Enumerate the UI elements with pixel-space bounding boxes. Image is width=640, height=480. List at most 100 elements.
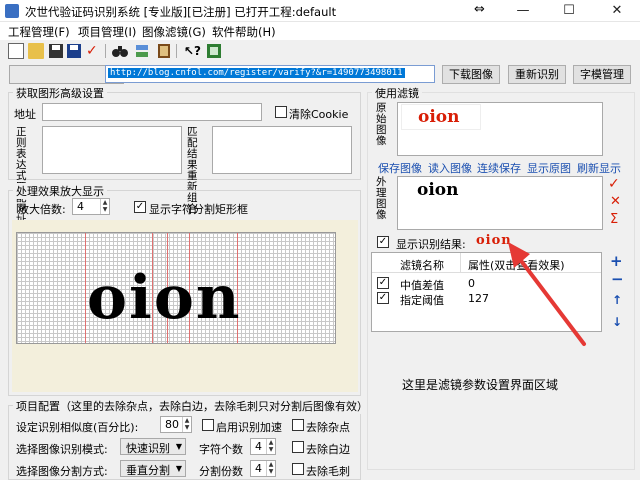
show-rect-label: 显示字符分割矩形框 bbox=[149, 203, 248, 216]
url-text[interactable]: http://blog.cnfol.com/register/varify?&r… bbox=[108, 68, 405, 78]
split-select[interactable]: 垂直分割 ▼ bbox=[120, 460, 186, 477]
row-checkbox[interactable]: ✓ bbox=[377, 277, 389, 289]
app-icon bbox=[5, 4, 19, 18]
remove-noise-label: 去除杂点 bbox=[306, 421, 350, 434]
refresh-display-link[interactable]: 刷新显示 bbox=[577, 160, 621, 176]
close-button[interactable]: ✕ bbox=[594, 0, 640, 22]
save-as-icon[interactable] bbox=[66, 43, 82, 59]
exit-icon[interactable] bbox=[206, 43, 222, 59]
maximize-button[interactable]: ☐ bbox=[546, 0, 592, 22]
save-image-link[interactable]: 保存图像 bbox=[378, 160, 422, 176]
row-checkbox[interactable]: ✓ bbox=[377, 292, 389, 304]
check-icon[interactable]: ✓ bbox=[86, 43, 102, 59]
row-filter-name: 指定阈值 bbox=[400, 294, 444, 307]
original-image-label: 原始图像 bbox=[376, 102, 387, 147]
title-bar: 次世代验证码识别系统 [专业版][已注册] 已打开工程:default ⇔ — … bbox=[0, 0, 640, 22]
processed-image-label: 外理图像 bbox=[376, 176, 387, 221]
header-filter-name[interactable]: 滤镜名称 bbox=[400, 257, 444, 273]
zoom-display-title: 处理效果放大显示 bbox=[13, 183, 107, 199]
show-original-link[interactable]: 显示原图 bbox=[527, 160, 571, 176]
accelerate-label: 启用识别加速 bbox=[216, 421, 282, 434]
spinner-arrows-icon[interactable]: ▲ ▼ bbox=[100, 199, 109, 214]
remove-border-checkbox[interactable] bbox=[292, 441, 304, 453]
show-result-label: 显示识别结果: bbox=[396, 238, 466, 251]
advanced-settings-title: 获取图形高级设置 bbox=[13, 85, 107, 101]
remove-border-label: 去除白边 bbox=[306, 443, 350, 456]
move-up-icon[interactable]: ↑ bbox=[612, 293, 622, 307]
chevron-down-icon: ▼ bbox=[175, 464, 182, 473]
similarity-spinner[interactable]: 80 ▲ ▼ bbox=[160, 416, 192, 433]
split-parts-spinner[interactable]: 4 ▲ ▼ bbox=[250, 460, 276, 477]
toolbar-separator bbox=[105, 44, 106, 58]
split-label: 选择图像分割方式: bbox=[16, 465, 108, 478]
toolbar: ✓ ↖? bbox=[0, 40, 640, 62]
original-image-box: oion bbox=[397, 102, 603, 156]
row-filter-value: 127 bbox=[468, 292, 489, 305]
clear-cookie-label: 清除Cookie bbox=[289, 108, 349, 121]
remove-burr-label: 去除毛刺 bbox=[306, 465, 350, 478]
annotation-arrow bbox=[508, 242, 586, 346]
mode-select[interactable]: 快速识别 ▼ bbox=[120, 438, 186, 455]
binoculars-icon[interactable] bbox=[112, 43, 128, 59]
filter-params-note: 这里是滤镜参数设置界面区域 bbox=[402, 378, 559, 392]
address-input[interactable] bbox=[42, 103, 262, 121]
font-manager-button[interactable]: 字模管理 bbox=[573, 65, 631, 84]
split-line bbox=[85, 233, 86, 343]
project-config-title: 项目配置（这里的去除杂点，去除白边，去除毛刺只对分割后图像有效） bbox=[13, 398, 371, 414]
remove-x-icon[interactable]: ✕ bbox=[610, 194, 621, 209]
recognize-button[interactable]: 重新识别 bbox=[508, 65, 566, 84]
mode-label: 选择图像识别模式: bbox=[16, 443, 108, 456]
toolbar-separator bbox=[176, 44, 177, 58]
open-icon[interactable] bbox=[28, 43, 44, 59]
char-count-label: 字符个数 bbox=[199, 443, 243, 456]
zoom-pixel-grid: oion bbox=[16, 232, 336, 344]
add-filter-icon[interactable]: + bbox=[610, 252, 623, 270]
char-count-spinner[interactable]: 4 ▲ ▼ bbox=[250, 438, 276, 455]
remove-burr-checkbox[interactable] bbox=[292, 463, 304, 475]
spinner-arrows-icon[interactable]: ▲ ▼ bbox=[266, 439, 275, 454]
menu-bar: 工程管理(F) 项目管理(I) 图像滤镜(G) 软件帮助(H) bbox=[0, 22, 640, 40]
original-captcha-text: oion bbox=[401, 104, 481, 130]
new-icon[interactable] bbox=[8, 43, 24, 59]
spinner-arrows-icon[interactable]: ▲ ▼ bbox=[182, 417, 191, 432]
menu-item[interactable]: 项目管理(I) bbox=[78, 24, 136, 40]
move-down-icon[interactable]: ↓ bbox=[612, 315, 622, 329]
download-button[interactable]: 下载图像 bbox=[442, 65, 500, 84]
accelerate-checkbox[interactable] bbox=[202, 419, 214, 431]
zoom-factor-spinner[interactable]: 4 ▲ ▼ bbox=[72, 198, 110, 215]
menu-project[interactable]: 工程管理(F) bbox=[8, 24, 70, 40]
save-icon[interactable] bbox=[48, 43, 64, 59]
continuous-save-link[interactable]: 连续保存 bbox=[477, 160, 521, 176]
sigma-icon[interactable]: Σ bbox=[610, 212, 618, 227]
menu-filter[interactable]: 图像滤镜(G) bbox=[142, 24, 206, 40]
minimize-button[interactable]: — bbox=[500, 0, 546, 22]
filter-panel-title: 使用滤镜 bbox=[372, 85, 422, 101]
processed-captcha-text: oion bbox=[401, 178, 481, 204]
help-pointer-icon[interactable]: ↖? bbox=[184, 43, 201, 59]
zoom-factor-label: 放大倍数: bbox=[18, 203, 66, 216]
show-result-checkbox[interactable]: ✓ bbox=[377, 236, 389, 248]
split-parts-label: 分割份数 bbox=[199, 465, 243, 478]
chevron-down-icon: ▼ bbox=[175, 442, 182, 451]
processed-image-box: oion bbox=[397, 176, 603, 230]
zoomed-captcha-text: oion bbox=[87, 263, 242, 333]
window-title: 次世代验证码识别系统 [专业版][已注册] 已打开工程:default bbox=[25, 5, 337, 19]
regex-textarea[interactable] bbox=[42, 126, 182, 174]
spinner-arrows-icon[interactable]: ▲ ▼ bbox=[266, 461, 275, 476]
menu-help[interactable]: 软件帮助(H) bbox=[212, 24, 276, 40]
load-image-link[interactable]: 读入图像 bbox=[428, 160, 472, 176]
clear-cookie-checkbox[interactable] bbox=[275, 106, 287, 118]
resize-icon[interactable]: ⇔ bbox=[474, 2, 485, 17]
match-textarea[interactable] bbox=[212, 126, 352, 174]
similarity-label: 设定识别相似度(百分比): bbox=[16, 421, 139, 434]
row-filter-value: 0 bbox=[468, 277, 475, 290]
remove-filter-icon[interactable]: − bbox=[611, 270, 624, 288]
apply-check-icon[interactable]: ✓ bbox=[608, 176, 620, 192]
url-input[interactable]: http://blog.cnfol.com/register/varify?&r… bbox=[105, 65, 435, 83]
stack-icon[interactable] bbox=[134, 43, 150, 59]
address-label: 地址 bbox=[14, 108, 36, 121]
book-icon[interactable] bbox=[156, 43, 172, 59]
remove-noise-checkbox[interactable] bbox=[292, 419, 304, 431]
url-row: ▼ http://blog.cnfol.com/register/varify?… bbox=[0, 62, 640, 86]
show-rect-checkbox[interactable]: ✓ bbox=[134, 201, 146, 213]
